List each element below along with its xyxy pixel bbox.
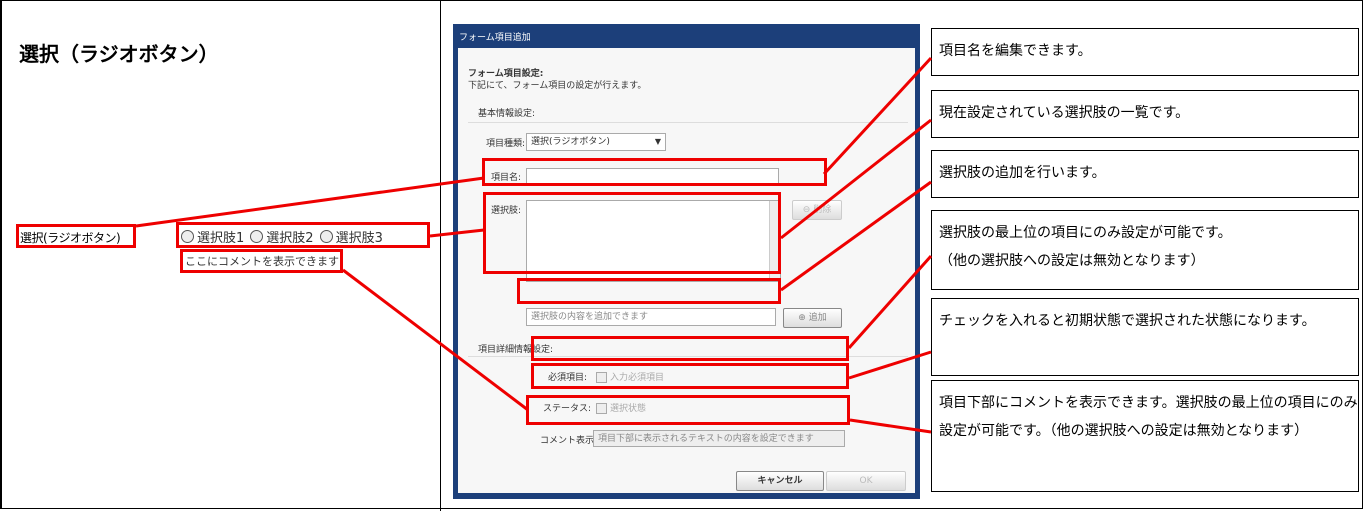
connector-status-callout bbox=[848, 350, 932, 380]
connector-lines bbox=[135, 56, 933, 434]
connector-comment-to-field bbox=[342, 268, 529, 412]
connector-radios-to-choices bbox=[429, 228, 485, 238]
connector-comment-callout bbox=[849, 418, 932, 434]
connector-required-callout bbox=[847, 255, 933, 349]
connector-label-to-name bbox=[135, 176, 485, 228]
connector-add-callout bbox=[780, 180, 932, 292]
connector-name-callout bbox=[822, 56, 933, 176]
